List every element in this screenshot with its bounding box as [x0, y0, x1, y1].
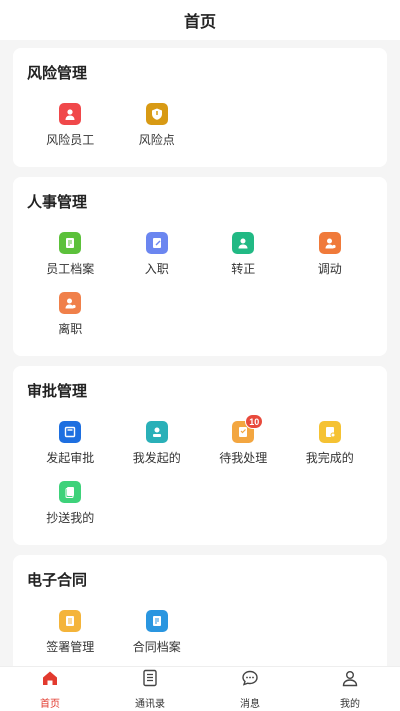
section-title: 人事管理 — [27, 194, 88, 211]
menu-item[interactable]: 10 待我处理 — [200, 414, 287, 475]
section-grid: 员工档案 入职 转正 调动离职 — [27, 226, 373, 346]
menu-item[interactable]: 调动 — [287, 226, 374, 286]
main-content: 风险管理风险员工 风险点人事管理员工档案 入职 转正 调动离职审批管理发起审批 我发起的 1… — [0, 40, 400, 666]
tab-contacts[interactable]: 通讯录 — [100, 667, 200, 711]
section-grid: 发起审批 我发起的 10 待我处理 我完成的抄送我的 — [27, 414, 374, 535]
message-icon — [240, 668, 260, 693]
menu-item-label: 我发起的 — [132, 451, 181, 465]
risk-point-icon — [145, 103, 168, 125]
section-title: 风险管理 — [27, 65, 88, 82]
menu-item[interactable]: 入职 — [114, 226, 201, 286]
tab-label: 通讯录 — [135, 699, 165, 710]
section-card: 电子合同签署管理 合同档案 — [13, 555, 387, 666]
cc-me-icon — [59, 481, 82, 503]
menu-item-label: 转正 — [231, 262, 256, 276]
menu-item-label: 签署管理 — [46, 640, 95, 654]
section-grid: 风险员工 风险点 — [27, 97, 373, 157]
menu-item-label: 风险点 — [138, 133, 175, 147]
section-card: 审批管理发起审批 我发起的 10 待我处理 我完成的抄送我的 — [13, 366, 387, 545]
menu-item[interactable]: 员工档案 — [27, 226, 114, 286]
regularization-icon — [232, 232, 255, 254]
tab-profile[interactable]: 我的 — [300, 667, 400, 711]
menu-item[interactable]: 转正 — [200, 226, 287, 286]
menu-item[interactable]: 我发起的 — [114, 415, 201, 475]
menu-item-label: 合同档案 — [132, 640, 181, 654]
menu-item-label: 风险员工 — [46, 133, 95, 147]
risk-employee-icon — [59, 103, 82, 125]
menu-item-label: 发起审批 — [46, 451, 95, 465]
transfer-icon — [318, 232, 341, 254]
menu-item[interactable]: 我完成的 — [287, 415, 374, 475]
page-title: 首页 — [183, 14, 216, 31]
tab-label: 消息 — [240, 699, 260, 710]
pending-icon: 10 — [232, 414, 264, 443]
my-initiated-icon — [145, 421, 168, 443]
completed-icon — [318, 421, 341, 443]
menu-item-label: 入职 — [144, 262, 169, 276]
onboarding-icon — [145, 232, 168, 254]
home-icon — [40, 668, 60, 693]
tab-label: 我的 — [340, 699, 360, 710]
contacts-icon — [140, 668, 160, 693]
menu-item-label: 我完成的 — [305, 451, 354, 465]
start-approval-icon — [59, 421, 82, 443]
menu-item[interactable]: 风险点 — [114, 97, 201, 157]
top-bar: 首页 — [0, 0, 400, 40]
menu-item-label: 员工档案 — [46, 262, 95, 276]
menu-item-label: 抄送我的 — [46, 511, 95, 525]
tab-home[interactable]: 首页 — [0, 667, 100, 711]
resignation-icon — [59, 292, 82, 314]
section-title: 审批管理 — [27, 383, 88, 400]
menu-item-label: 调动 — [317, 262, 342, 276]
contract-file-icon — [145, 610, 168, 632]
tab-label: 首页 — [40, 699, 60, 710]
sign-manage-icon — [59, 610, 82, 632]
section-card: 风险管理风险员工 风险点 — [13, 48, 387, 167]
section-title: 电子合同 — [27, 572, 88, 589]
count-badge: 10 — [245, 414, 264, 429]
menu-item[interactable]: 签署管理 — [27, 604, 114, 664]
menu-item[interactable]: 合同档案 — [114, 604, 201, 664]
bottom-tab-bar: 首页 通讯录 消息 我的 — [0, 666, 400, 711]
employee-file-icon — [59, 232, 82, 254]
section-card: 人事管理员工档案 入职 转正 调动离职 — [13, 177, 387, 356]
tab-message[interactable]: 消息 — [200, 667, 300, 711]
menu-item[interactable]: 离职 — [27, 286, 114, 346]
menu-item[interactable]: 风险员工 — [27, 97, 114, 157]
menu-item[interactable]: 发起审批 — [27, 415, 114, 475]
menu-item-label: 待我处理 — [219, 451, 268, 465]
section-grid: 签署管理 合同档案 — [27, 604, 373, 664]
menu-item[interactable]: 抄送我的 — [27, 475, 114, 535]
menu-item-label: 离职 — [58, 322, 83, 336]
profile-icon — [340, 668, 360, 693]
